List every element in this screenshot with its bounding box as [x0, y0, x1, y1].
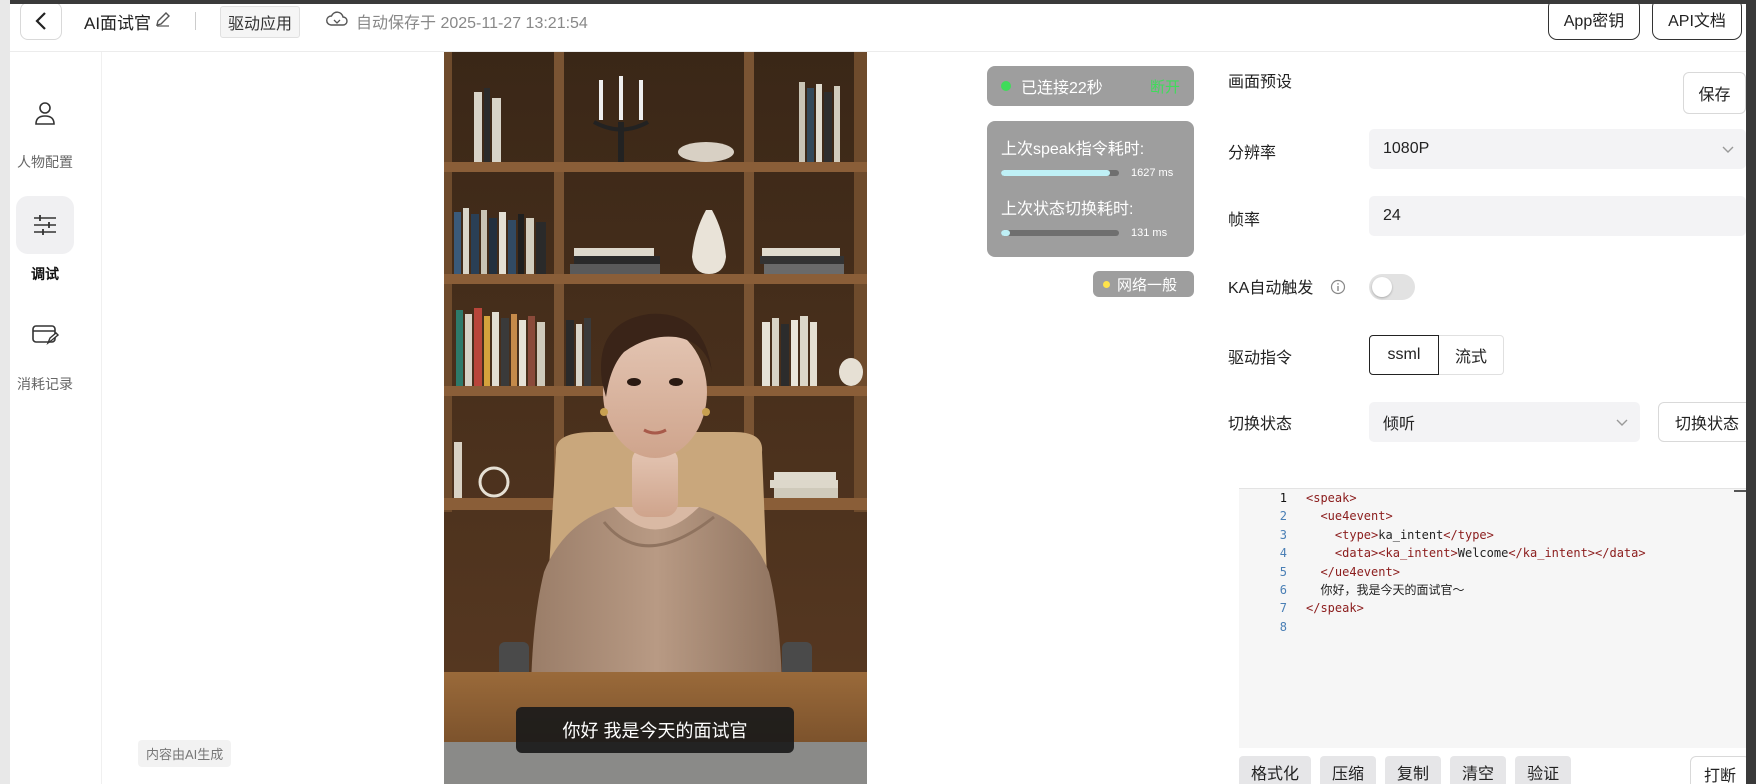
back-button[interactable] — [20, 4, 62, 40]
code-token: <ue4event> — [1320, 509, 1393, 524]
state-value: 倾听 — [1383, 416, 1416, 433]
latency-panel: 上次speak指令耗时: 1627 ms 上次状态切换耗时: 131 ms — [987, 121, 1194, 257]
app-type-tag: 驱动应用 — [220, 6, 301, 38]
ka-auto-trigger-toggle[interactable] — [1369, 274, 1415, 300]
sidebar-item-usage[interactable]: 消耗记录 — [10, 306, 80, 394]
video-subtitle: 你好 我是今天的面试官 — [562, 721, 748, 741]
code-token: <speak> — [1306, 491, 1357, 505]
line-number: 2 — [1279, 509, 1287, 524]
code-token: <ka_intent> — [1378, 546, 1458, 561]
autosave-status: 自动保存于 2025-11-27 13:21:54 — [356, 15, 588, 32]
code-token: Welcome — [1457, 546, 1509, 561]
switch-state-button[interactable]: 切换状态 — [1658, 402, 1746, 442]
ai-generated-badge: 内容由AI生成 — [138, 740, 232, 767]
framerate-input[interactable]: 24 — [1369, 196, 1746, 236]
connection-status: 已连接22秒 断开 — [987, 66, 1194, 106]
code-token: </ue4event> — [1320, 564, 1400, 579]
code-content: <speak> <ue4event> <type>ka_intent</type… — [1306, 489, 1646, 636]
state-select[interactable]: 倾听 — [1369, 402, 1640, 442]
code-token: </ka_intent> — [1508, 546, 1596, 561]
app-key-button[interactable]: App密钥 — [1548, 4, 1640, 40]
drive-option-ssml[interactable]: ssml — [1369, 335, 1439, 375]
network-status-text: 网络一般 — [1117, 276, 1178, 294]
interrupt-button[interactable]: 打断 — [1690, 756, 1746, 784]
speak-latency-value: 1627 ms — [1131, 167, 1174, 179]
switch-latency-label: 上次状态切换耗时: — [1001, 201, 1134, 218]
code-token: 你好，我是今天的面试官～ — [1320, 582, 1465, 597]
line-number: 8 — [1279, 619, 1287, 634]
speak-latency-bar — [1001, 170, 1119, 176]
line-number-gutter: 1 2 3 4 5 6 7 8 — [1239, 489, 1297, 748]
compress-button[interactable]: 压缩 — [1320, 756, 1377, 784]
chevron-down-icon — [1616, 419, 1628, 426]
person-icon — [35, 102, 55, 125]
info-icon[interactable] — [1330, 279, 1346, 295]
sliders-icon — [34, 215, 56, 235]
line-number: 6 — [1279, 582, 1287, 597]
ssml-code-editor[interactable]: 1 2 3 4 5 6 7 8 <speak> <ue4event> <type… — [1239, 488, 1746, 748]
sidebar-item-label: 消耗记录 — [17, 376, 73, 392]
drive-command-label: 驱动指令 — [1228, 350, 1293, 367]
digital-human-video: 你好 我是今天的面试官 — [444, 52, 867, 784]
resolution-select[interactable]: 1080P — [1369, 129, 1746, 169]
sidebar-item-label: 调试 — [31, 266, 59, 282]
ka-auto-trigger-label: KA自动触发 — [1228, 280, 1314, 297]
line-number: 3 — [1279, 527, 1287, 542]
app-title: AI面试官 — [84, 14, 152, 33]
card-edit-icon — [32, 325, 59, 346]
app-window: AI面试官 驱动应用 自动保存于 2025-11-27 13:21:54 App… — [10, 4, 1746, 784]
copy-button[interactable]: 复制 — [1385, 756, 1442, 784]
clear-button[interactable]: 清空 — [1450, 756, 1507, 784]
drive-option-stream[interactable]: 流式 — [1439, 335, 1504, 375]
chevron-left-icon — [35, 12, 46, 30]
code-token: <type> — [1334, 527, 1379, 542]
preset-label: 画面预设 — [1228, 74, 1293, 91]
framerate-label: 帧率 — [1228, 212, 1261, 229]
sidebar-item-label: 人物配置 — [17, 154, 73, 170]
header-divider — [195, 12, 196, 30]
editor-toolbar: 格式化 压缩 复制 清空 验证 — [1239, 756, 1580, 784]
left-sidebar: 人物配置 调试 消耗记录 — [10, 52, 102, 784]
drive-command-segmented: ssml 流式 — [1369, 335, 1504, 375]
resolution-label: 分辨率 — [1228, 145, 1277, 162]
validate-button[interactable]: 验证 — [1515, 756, 1572, 784]
network-status-badge: 网络一般 — [1093, 271, 1194, 297]
save-button[interactable]: 保存 — [1683, 72, 1746, 114]
code-token: ka_intent — [1378, 527, 1444, 542]
line-number: 1 — [1279, 491, 1287, 505]
code-token: <data> — [1334, 546, 1379, 561]
line-number: 4 — [1279, 546, 1287, 561]
top-header: AI面试官 驱动应用 自动保存于 2025-11-27 13:21:54 App… — [10, 4, 1746, 52]
collapse-icon[interactable] — [1734, 490, 1746, 492]
switch-state-label: 切换状态 — [1228, 416, 1293, 433]
switch-latency-value: 131 ms — [1131, 227, 1168, 239]
line-number: 7 — [1279, 601, 1287, 616]
video-scene — [444, 52, 867, 784]
connected-dot-icon — [1001, 81, 1011, 91]
speak-latency-label: 上次speak指令耗时: — [1001, 141, 1145, 158]
edit-icon[interactable] — [154, 10, 172, 28]
code-token: </data> — [1595, 546, 1646, 561]
disconnect-button[interactable]: 断开 — [1150, 76, 1180, 97]
format-button[interactable]: 格式化 — [1239, 756, 1312, 784]
chevron-down-icon — [1722, 146, 1734, 153]
resolution-value: 1080P — [1383, 140, 1430, 157]
line-number: 5 — [1279, 564, 1287, 579]
network-dot-icon — [1103, 280, 1110, 288]
code-token: </type> — [1443, 527, 1494, 542]
cloud-save-icon — [326, 11, 348, 26]
switch-latency-bar — [1001, 230, 1119, 236]
api-doc-button[interactable]: API文档 — [1652, 4, 1742, 40]
sidebar-item-debug[interactable]: 调试 — [10, 196, 80, 284]
sidebar-item-character[interactable]: 人物配置 — [10, 84, 80, 172]
connection-text: 已连接22秒 — [1021, 80, 1103, 97]
code-token: </speak> — [1306, 601, 1364, 616]
